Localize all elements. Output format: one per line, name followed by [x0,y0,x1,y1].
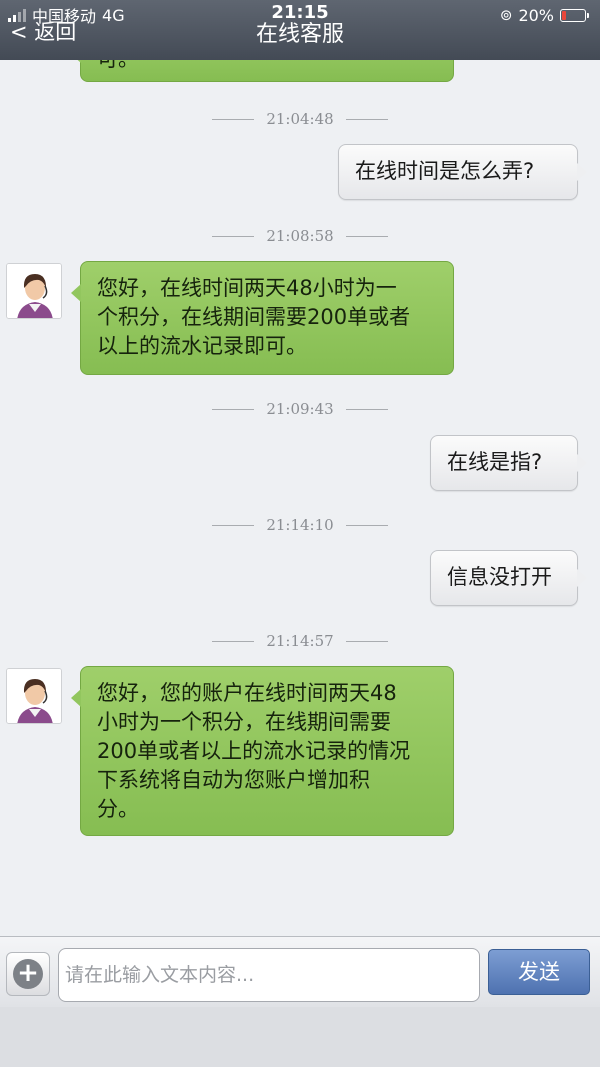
timestamp: 21:09:43 [0,400,600,418]
message-line: 以上的流水记录即可。 [97,334,307,358]
user-message: 信息没打开 [430,550,587,606]
message-line: 小时为一个积分，在线期间需要 [97,710,391,734]
message-text: 在线时间是怎么弄? [355,159,535,183]
timestamp: 21:14:57 [0,632,600,650]
message-line: 您好，在线时间两天48小时为一 [97,276,397,300]
plus-icon: + [13,959,43,989]
message-line: 个积分，在线期间需要200单或者 [97,305,411,329]
agent-avatar [6,668,62,724]
timestamp: 21:08:58 [0,227,600,245]
message-input[interactable] [58,948,480,1002]
agent-avatar [6,263,62,319]
timestamp: 21:14:10 [0,516,600,534]
agent-message: 您好，您的账户在线时间两天48 小时为一个积分，在线期间需要 200单或者以上的… [71,666,454,836]
message-text: 在线是指? [447,450,543,474]
message-text: 信息没打开 [447,565,552,589]
agent-message: 您好，在线时间两天48小时为一 个积分，在线期间需要200单或者 以上的流水记录… [71,261,454,375]
message-line: 您好，您的账户在线时间两天48 [97,681,397,705]
user-message: 在线是指? [430,435,587,491]
message-line: 下系统将自动为您账户增加积 [97,768,370,792]
send-button[interactable]: 发送 [488,949,590,995]
message-line: 分。 [97,797,139,821]
message-line: 200单或者以上的流水记录的情况 [97,739,411,763]
header-bar: 中国移动 4G 21:15 ⊚ 20% < 返回 在线客服 [0,0,600,60]
user-message: 在线时间是怎么弄? [338,144,587,200]
agent-message: 可。 [71,60,454,82]
add-attachment-button[interactable]: + [6,952,50,996]
message-text: 可。 [97,60,139,71]
timestamp: 21:04:48 [0,110,600,128]
input-bar: + 发送 [0,936,600,1007]
keyboard-area [0,1007,600,1067]
chat-area[interactable]: 可。 21:04:48 在线时间是怎么弄? 21:08:58 您好，在线时间两天… [0,60,600,936]
page-title: 在线客服 [255,22,344,47]
